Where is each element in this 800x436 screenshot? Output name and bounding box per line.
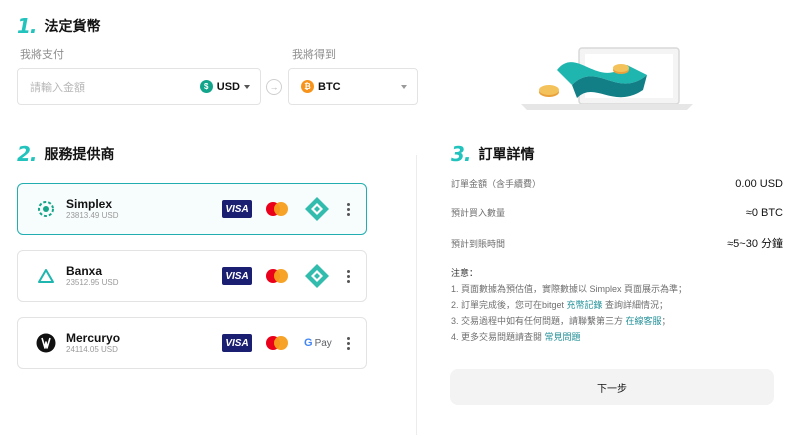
faq-link[interactable]: 常見問題 [545, 332, 581, 342]
detail-row-quantity: 預計買入數量 ≈0 BTC [451, 206, 783, 219]
note-text: 查詢詳細情況； [602, 300, 669, 310]
receive-currency-value: ₿ BTC [301, 80, 341, 93]
step-number-1: 1. [17, 14, 37, 38]
step-number-3: 3. [451, 142, 471, 166]
laptop-illustration [521, 47, 693, 110]
provider-name: Banxa [66, 264, 103, 278]
mastercard-icon [262, 200, 292, 218]
provider-card-mercuryo[interactable]: Mercuryo 24114.05 USD VISA G Pay [17, 317, 367, 369]
visa-icon: VISA [222, 334, 252, 352]
receive-currency-select[interactable]: ₿ BTC [288, 68, 418, 105]
provider-card-simplex[interactable]: Simplex 23813.49 USD VISA [17, 183, 367, 235]
pay-label: 我將支付 [20, 49, 64, 61]
order-title: 訂單詳情 [478, 146, 535, 162]
notes-title: 注意： [451, 268, 479, 278]
provider-rate: 24114.05 USD [66, 345, 118, 354]
note-1: 1. 頁面數據為預估值，實際數據以 Simplex 頁面展示為準； [451, 284, 688, 294]
arrow-right-icon: → [266, 79, 282, 95]
more-options-icon[interactable] [344, 202, 352, 216]
provider-name: Mercuryo [66, 331, 121, 345]
visa-icon: VISA [222, 267, 252, 285]
detail-value: ≈0 BTC [745, 206, 783, 219]
online-support-link[interactable]: 在線客服 [626, 316, 662, 326]
note-4: 4. 更多交易問題請查閱 常見問題 [451, 330, 581, 343]
column-divider [416, 155, 417, 435]
next-step-button[interactable]: 下一步 [450, 369, 774, 405]
google-pay-icon: G Pay [304, 337, 336, 349]
provider-rate: 23512.95 USD [66, 278, 119, 287]
visa-icon: VISA [222, 200, 252, 218]
deposit-records-link[interactable]: 充幣記錄 [567, 300, 603, 310]
note-2: 2. 訂單完成後，您可在bitget 充幣記錄 查詢詳細情況； [451, 298, 668, 311]
provider-rate: 23813.49 USD [66, 211, 119, 220]
note-text: 2. 訂單完成後，您可在bitget [451, 300, 567, 310]
mercuryo-logo-icon [36, 333, 56, 353]
note-text: 3. 交易過程中如有任何問題，請聯繫第三方 [451, 316, 626, 326]
btc-coin-icon: ₿ [301, 80, 314, 93]
detail-value: ≈5~30 分鐘 [727, 238, 783, 250]
amount-input[interactable]: 請輸入金額 [30, 79, 200, 95]
google-g-glyph: G [304, 337, 313, 349]
banxa-logo-icon [36, 266, 56, 286]
pix-icon [304, 196, 330, 222]
note-text: ； [661, 316, 671, 326]
more-options-icon[interactable] [344, 269, 352, 283]
google-pay-text: Pay [314, 337, 332, 349]
receive-currency-label: BTC [318, 80, 341, 93]
providers-title: 服務提供商 [44, 146, 115, 162]
simplex-logo-icon [36, 199, 56, 219]
receive-label: 我將得到 [292, 49, 336, 61]
pix-icon [304, 263, 330, 289]
pay-currency-label: USD [216, 80, 240, 93]
detail-key: 預計買入數量 [451, 208, 506, 218]
detail-row-amount: 訂單金額（含手續費） 0.00 USD [451, 177, 783, 190]
note-3: 3. 交易過程中如有任何問題，請聯繫第三方 在線客服； [451, 314, 671, 327]
step-number-2: 2. [17, 142, 37, 166]
section-providers-title: 2. 服務提供商 [17, 142, 115, 166]
chevron-down-icon [401, 84, 407, 89]
more-options-icon[interactable] [344, 336, 352, 350]
note-text: 4. 更多交易問題請查閱 [451, 332, 545, 342]
pay-currency-select[interactable]: $ USD [199, 80, 250, 93]
pay-amount-field[interactable]: 請輸入金額 $ USD [17, 68, 261, 105]
provider-card-banxa[interactable]: Banxa 23512.95 USD VISA [17, 250, 367, 302]
mastercard-icon [262, 334, 292, 352]
detail-row-arrival-time: 預計到賬時間 ≈5~30 分鐘 [451, 235, 783, 251]
fiat-title: 法定貨幣 [44, 18, 101, 34]
detail-key: 訂單金額（含手續費） [451, 179, 542, 189]
section-fiat-title: 1. 法定貨幣 [17, 14, 101, 38]
detail-value: 0.00 USD [735, 177, 783, 190]
chevron-down-icon [244, 84, 250, 89]
mastercard-icon [262, 267, 292, 285]
provider-name: Simplex [66, 197, 113, 211]
usd-coin-icon: $ [199, 80, 213, 93]
section-order-title: 3. 訂單詳情 [451, 142, 535, 166]
detail-key: 預計到賬時間 [451, 238, 506, 249]
